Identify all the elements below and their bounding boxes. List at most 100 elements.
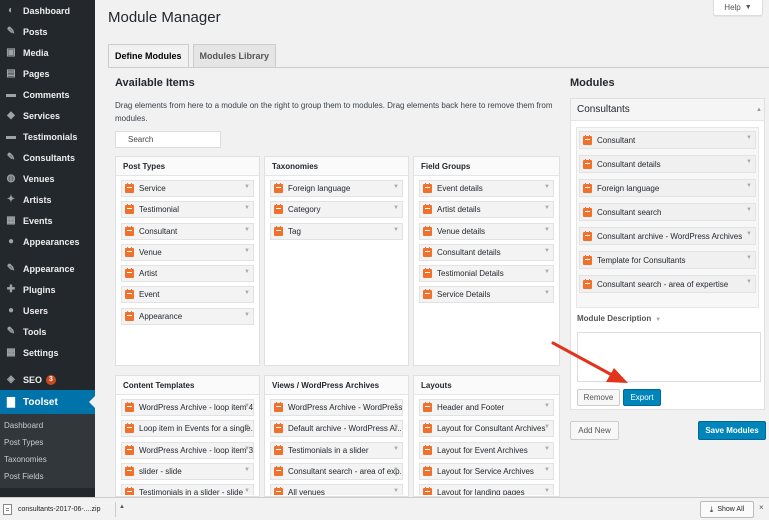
list-item[interactable]: Event details ▼ xyxy=(419,180,554,197)
caret-down-icon[interactable]: ▼ xyxy=(244,248,250,254)
remove-button[interactable]: Remove xyxy=(577,389,620,406)
list-item[interactable]: Testimonial ▼ xyxy=(121,201,254,219)
list-item[interactable]: Foreign language ▼ xyxy=(579,179,756,197)
caret-down-icon[interactable]: ▼ xyxy=(393,446,399,452)
list-item[interactable]: Testimonial Details ▼ xyxy=(419,265,554,283)
caret-down-icon[interactable]: ▼ xyxy=(746,231,752,237)
list-item[interactable]: Consultant search - area of expertise ▼ xyxy=(579,275,756,293)
list-item[interactable]: Venue details ▼ xyxy=(419,222,554,240)
list-item[interactable]: Layout for Consultant Archives ▼ xyxy=(419,420,554,438)
submenu-item-dashboard[interactable]: Dashboard xyxy=(0,417,95,434)
caret-down-icon[interactable]: ▼ xyxy=(244,227,250,233)
sidebar-item-consultants[interactable]: ✎ Consultants xyxy=(0,147,95,168)
export-button[interactable]: Export xyxy=(623,389,661,406)
submenu-item-post-types[interactable]: Post Types xyxy=(0,434,95,451)
caret-down-icon[interactable]: ▼ xyxy=(746,183,752,189)
sidebar-item-users[interactable]: ● Users xyxy=(0,300,95,321)
caret-down-icon[interactable]: ▼ xyxy=(544,488,550,494)
list-item[interactable]: Testimonials in a slider ▼ xyxy=(270,441,403,459)
sidebar-item-posts[interactable]: ✎ Posts xyxy=(0,21,95,42)
help-button[interactable]: Help ▼ xyxy=(713,0,763,16)
caret-down-icon[interactable]: ▼ xyxy=(244,269,250,275)
list-item[interactable]: Venue ▼ xyxy=(121,243,254,261)
show-all-button[interactable]: ⤓ Show All xyxy=(700,501,754,518)
sidebar-item-pages[interactable]: ▤ Pages xyxy=(0,63,95,84)
submenu-item-post-fields[interactable]: Post Fields xyxy=(0,468,95,485)
caret-down-icon[interactable]: ▼ xyxy=(544,403,550,409)
list-item[interactable]: WordPress Archive - WordPress... ▼ xyxy=(270,399,403,416)
list-item[interactable]: Consultant details ▼ xyxy=(419,243,554,261)
list-item[interactable]: Service Details ▼ xyxy=(419,286,554,304)
caret-down-icon[interactable]: ▼ xyxy=(393,488,399,494)
caret-down-icon[interactable]: ▼ xyxy=(544,467,550,473)
save-modules-button[interactable]: Save Modules xyxy=(698,421,766,440)
caret-down-icon[interactable]: ▼ xyxy=(746,135,752,141)
sidebar-item-testimonials[interactable]: ▬ Testimonials xyxy=(0,126,95,147)
caret-down-icon[interactable]: ▼ xyxy=(393,227,399,233)
tab-define-modules[interactable]: Define Modules xyxy=(108,44,189,68)
list-item[interactable]: Consultant ▼ xyxy=(121,222,254,240)
sidebar-item-comments[interactable]: ▬ Comments xyxy=(0,84,95,105)
module-description-label[interactable]: Module Description ▼ xyxy=(577,314,661,323)
list-item[interactable]: Category ▼ xyxy=(270,201,403,219)
sidebar-item-events[interactable]: ▦ Events xyxy=(0,210,95,231)
caret-down-icon[interactable]: ▼ xyxy=(244,312,250,318)
sidebar-item-appearance[interactable]: ✎ Appearance xyxy=(0,258,95,279)
list-item[interactable]: Default archive - WordPress Ar... ▼ xyxy=(270,420,403,438)
caret-down-icon[interactable]: ▼ xyxy=(544,290,550,296)
sidebar-item-dashboard[interactable]: ◐ Dashboard xyxy=(0,0,95,21)
list-item[interactable]: Template for Consultants ▼ xyxy=(579,251,756,269)
sidebar-item-appearances[interactable]: ● Appearances xyxy=(0,231,95,252)
list-item[interactable]: Consultant archive - WordPress Archives ▼ xyxy=(579,227,756,245)
caret-down-icon[interactable]: ▼ xyxy=(244,467,250,473)
caret-down-icon[interactable]: ▼ xyxy=(393,205,399,211)
list-item[interactable]: WordPress Archive - loop item 3 ▼ xyxy=(121,441,254,459)
list-item[interactable]: Header and Footer ▼ xyxy=(419,399,554,416)
download-item[interactable]: consultants-2017-06-....zip ▲ xyxy=(3,501,127,518)
list-item[interactable]: Loop item in Events for a single... ▼ xyxy=(121,420,254,438)
submenu-item-taxonomies[interactable]: Taxonomies xyxy=(0,451,95,468)
caret-down-icon[interactable]: ▼ xyxy=(746,255,752,261)
list-item[interactable]: Artist ▼ xyxy=(121,265,254,283)
list-item[interactable]: Consultant ▼ xyxy=(579,131,756,149)
sidebar-item-venues[interactable]: ◍ Venues xyxy=(0,168,95,189)
caret-down-icon[interactable]: ▼ xyxy=(544,248,550,254)
sidebar-item-plugins[interactable]: ✚ Plugins xyxy=(0,279,95,300)
caret-down-icon[interactable]: ▼ xyxy=(746,279,752,285)
sidebar-item-services[interactable]: ◆ Services xyxy=(0,105,95,126)
tab-modules-library[interactable]: Modules Library xyxy=(192,44,277,68)
list-item[interactable]: Layout for Event Archives ▼ xyxy=(419,441,554,459)
list-item[interactable]: Consultant details ▼ xyxy=(579,155,756,173)
caret-down-icon[interactable]: ▼ xyxy=(544,424,550,430)
caret-down-icon[interactable]: ▼ xyxy=(244,205,250,211)
list-item[interactable]: WordPress Archive - loop item 4 ▼ xyxy=(121,399,254,416)
caret-down-icon[interactable]: ▼ xyxy=(393,184,399,190)
list-item[interactable]: Event ▼ xyxy=(121,286,254,304)
list-item[interactable]: Consultant search - area of exp... ▼ xyxy=(270,462,403,480)
caret-down-icon[interactable]: ▼ xyxy=(393,424,399,430)
sidebar-item-seo[interactable]: ◈ SEO 3 xyxy=(0,369,95,390)
list-item[interactable]: Appearance ▼ xyxy=(121,307,254,325)
caret-down-icon[interactable]: ▼ xyxy=(393,403,399,409)
caret-down-icon[interactable]: ▼ xyxy=(544,205,550,211)
module-name-header[interactable]: Consultants ▲ xyxy=(571,99,764,121)
list-item[interactable]: slider - slide ▼ xyxy=(121,462,254,480)
sidebar-item-tools[interactable]: ✎ Tools xyxy=(0,321,95,342)
chevron-up-icon[interactable]: ▲ xyxy=(117,504,127,510)
list-item[interactable]: All venues ▼ xyxy=(270,484,403,495)
caret-down-icon[interactable]: ▼ xyxy=(244,403,250,409)
list-item[interactable]: Consultant search ▼ xyxy=(579,203,756,221)
list-item[interactable]: Layout for Service Archives ▼ xyxy=(419,462,554,480)
caret-down-icon[interactable]: ▼ xyxy=(746,159,752,165)
caret-down-icon[interactable]: ▼ xyxy=(544,184,550,190)
caret-down-icon[interactable]: ▼ xyxy=(544,269,550,275)
search-input[interactable] xyxy=(115,131,221,148)
list-item[interactable]: Layout for landing pages ▼ xyxy=(419,484,554,495)
collapse-arrow-icon[interactable]: ▲ xyxy=(756,99,762,121)
caret-down-icon[interactable]: ▼ xyxy=(244,290,250,296)
caret-down-icon[interactable]: ▼ xyxy=(544,446,550,452)
caret-down-icon[interactable]: ▼ xyxy=(244,184,250,190)
list-item[interactable]: Tag ▼ xyxy=(270,222,403,240)
caret-down-icon[interactable]: ▼ xyxy=(244,446,250,452)
close-icon[interactable]: × xyxy=(759,503,764,512)
